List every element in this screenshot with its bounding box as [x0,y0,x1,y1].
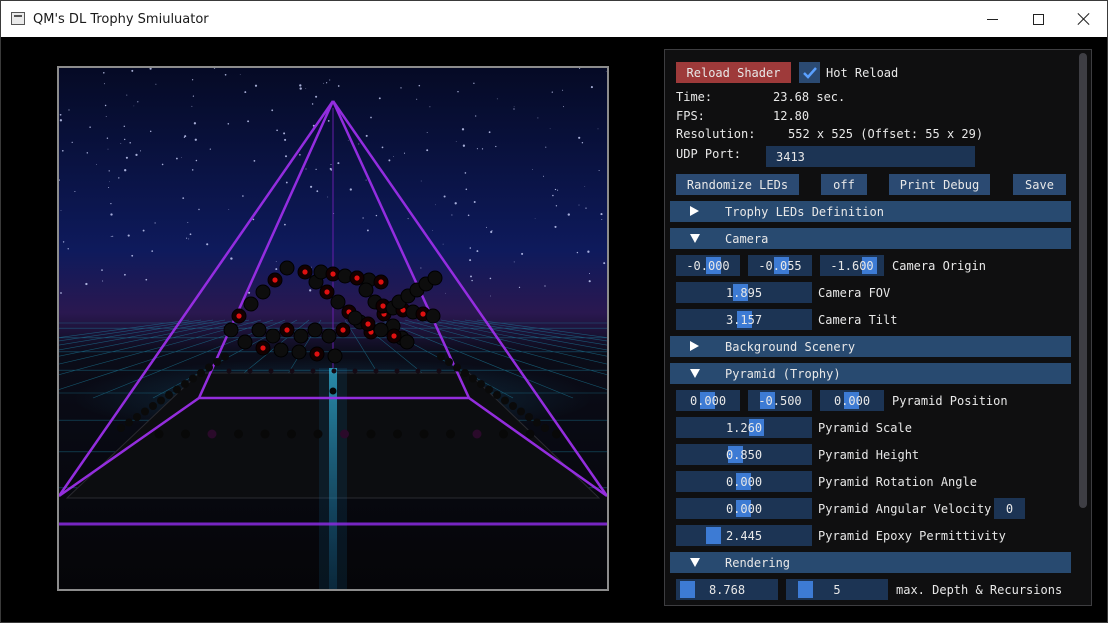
header-background-scenery[interactable]: Background Scenery [670,336,1071,357]
fps-label: FPS: [676,109,705,123]
control-panel: Reload Shader Hot Reload Time: 23.68 sec… [664,49,1092,606]
slider-grab[interactable] [680,581,695,598]
value: -1.600 [830,258,874,273]
header-label: Pyramid (Trophy) [725,367,841,381]
slider-grab[interactable] [798,581,813,598]
rendering-depth-slider[interactable]: 8.768 [676,579,778,600]
pyramid-height-label: Pyramid Height [818,448,920,462]
value: 1.260 [725,420,763,435]
print-debug-button[interactable]: Print Debug [889,174,990,195]
value: 5 [833,582,841,597]
camera-tilt-slider[interactable]: 3.157 [676,309,812,330]
pyramid-angular-velocity-slider[interactable]: 0.000 [676,498,812,519]
pyramid-position-x[interactable]: 0.000 [676,390,740,411]
rendering-recursions-slider[interactable]: 5 [786,579,888,600]
value: 3.157 [725,312,763,327]
window-title: QM's DL Trophy Smiuluator [33,12,209,27]
value: 0.850 [725,447,763,462]
value: 0 [1005,501,1014,516]
fps-value: 12.80 [773,109,810,123]
udp-port-value: 3413 [776,149,805,164]
maximize-icon [1032,13,1044,25]
udp-port-input[interactable]: 3413 [766,146,975,167]
triangle-down-icon [690,234,700,243]
camera-origin-y[interactable]: -0.055 [748,255,812,276]
pyramid-scale-label: Pyramid Scale [818,421,912,435]
reload-shader-button[interactable]: Reload Shader [676,62,791,83]
value: 0.000 [689,393,727,408]
close-icon [1078,13,1090,25]
save-button[interactable]: Save [1013,174,1066,195]
value: -0.055 [758,258,802,273]
pyramid-position-label: Pyramid Position [892,394,1008,408]
slider-grab[interactable] [706,527,721,544]
close-button[interactable] [1061,1,1107,37]
value: 0.000 [725,474,763,489]
header-camera[interactable]: Camera [670,228,1071,249]
hot-reload-checkbox[interactable] [799,62,820,83]
camera-fov-slider[interactable]: 1.895 [676,282,812,303]
header-pyramid[interactable]: Pyramid (Trophy) [670,363,1071,384]
time-value: 23.68 sec. [773,90,846,104]
value: 2.445 [725,528,763,543]
value: -0.000 [686,258,730,273]
value: 8.768 [708,582,746,597]
pyramid-rotation-label: Pyramid Rotation Angle [818,475,977,489]
minimize-button[interactable] [969,1,1015,37]
value: -0.500 [758,393,802,408]
pyramid-position-y[interactable]: -0.500 [748,390,812,411]
triangle-right-icon [690,206,699,216]
header-label: Camera [725,232,769,246]
pyramid-height-slider[interactable]: 0.850 [676,444,812,465]
udp-port-label: UDP Port: [676,147,742,161]
pyramid-position-z[interactable]: 0.000 [820,390,884,411]
value: 1.895 [725,285,763,300]
pyramid-epoxy-slider[interactable]: 2.445 [676,525,812,546]
resolution-value: 552 x 525 (Offset: 55 x 29) [788,127,984,141]
header-label: Trophy LEDs Definition [725,205,884,219]
triangle-down-icon [690,369,700,378]
header-label: Rendering [725,556,791,570]
app-window: QM's DL Trophy Smiuluator Reload Shader … [0,0,1108,623]
camera-origin-z[interactable]: -1.600 [820,255,884,276]
hot-reload-label: Hot Reload [826,66,899,80]
header-trophy-leds[interactable]: Trophy LEDs Definition [670,201,1071,222]
app-icon [11,12,25,25]
render-viewport[interactable] [57,66,609,591]
camera-origin-label: Camera Origin [892,259,986,273]
pyramid-epoxy-label: Pyramid Epoxy Permittivity [818,529,1006,543]
pyramid-angular-velocity-label: Pyramid Angular Velocity [818,502,992,516]
check-icon [802,66,817,79]
title-bar[interactable]: QM's DL Trophy Smiuluator [1,1,1107,37]
randomize-leds-button[interactable]: Randomize LEDs [676,174,799,195]
pyramid-scale-slider[interactable]: 1.260 [676,417,812,438]
scene-render [59,68,607,589]
header-rendering[interactable]: Rendering [670,552,1071,573]
triangle-down-icon [690,558,700,567]
maximize-button[interactable] [1015,1,1061,37]
resolution-label: Resolution: [676,127,756,141]
pyramid-rotation-slider[interactable]: 0.000 [676,471,812,492]
value: 0.000 [833,393,871,408]
camera-tilt-label: Camera Tilt [818,313,898,327]
triangle-right-icon [690,341,699,351]
off-button[interactable]: off [821,174,867,195]
minimize-icon [986,18,998,20]
panel-scrollbar[interactable] [1079,53,1087,508]
camera-fov-label: Camera FOV [818,286,891,300]
header-label: Background Scenery [725,340,856,354]
value: 0.000 [725,501,763,516]
camera-origin-x[interactable]: -0.000 [676,255,740,276]
time-label: Time: [676,90,713,104]
pyramid-angular-velocity-int[interactable]: 0 [994,498,1025,519]
rendering-label: max. Depth & Recursions [896,583,1063,597]
